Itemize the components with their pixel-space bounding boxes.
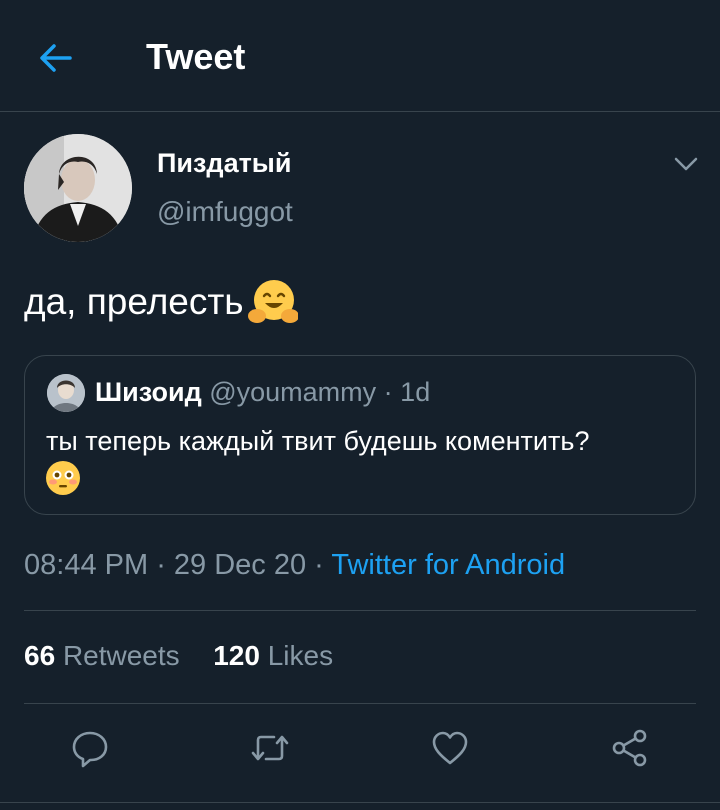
- retweets-stat[interactable]: 66 Retweets: [24, 640, 180, 671]
- retweet-icon[interactable]: [250, 728, 290, 768]
- tweet-meta: 08:44 PM · 29 Dec 20 · Twitter for Andro…: [24, 549, 565, 582]
- heart-icon[interactable]: [430, 728, 470, 768]
- likes-label: Likes: [267, 640, 334, 671]
- display-name[interactable]: Пиздатый: [157, 148, 291, 179]
- chevron-down-icon[interactable]: [672, 150, 700, 178]
- retweets-label: Retweets: [62, 640, 180, 671]
- meta-separator: ·: [306, 549, 332, 581]
- reply-icon[interactable]: [70, 728, 110, 768]
- likes-count: 120: [213, 640, 260, 671]
- arrow-left-icon[interactable]: [36, 38, 76, 78]
- quoted-text: ты теперь каждый твит будешь коментить?: [46, 426, 590, 456]
- quoted-avatar[interactable]: [47, 374, 85, 412]
- flushed-face-emoji-icon: [46, 461, 80, 495]
- divider: [24, 610, 696, 611]
- likes-stat[interactable]: 120 Likes: [213, 640, 333, 671]
- share-icon[interactable]: [610, 728, 650, 768]
- page-title: Tweet: [146, 36, 246, 77]
- hugging-face-emoji-icon: [247, 280, 298, 323]
- quoted-separator: ·: [376, 377, 401, 407]
- bottom-divider: [0, 802, 720, 803]
- avatar[interactable]: [24, 134, 132, 242]
- tweet-text: да, прелесть: [24, 281, 244, 322]
- quoted-handle: @youmammy: [209, 377, 377, 407]
- user-handle[interactable]: @imfuggot: [157, 196, 293, 228]
- quoted-tweet-card[interactable]: Шизоид @youmammy · 1d ты теперь каждый т…: [24, 355, 696, 515]
- source-link[interactable]: Twitter for Android: [331, 549, 565, 581]
- tweet-date: 29 Dec 20: [173, 549, 307, 581]
- divider: [24, 703, 696, 704]
- tweet-stats: 66 Retweets 120 Likes: [24, 640, 333, 672]
- retweets-count: 66: [24, 640, 56, 671]
- tweet-time: 08:44 PM: [24, 549, 149, 581]
- quoted-display-name: Шизоид: [95, 377, 202, 407]
- tweet-text-row: да, прелесть: [24, 276, 298, 328]
- quoted-header: Шизоид @youmammy · 1d: [95, 377, 430, 408]
- quoted-age: 1d: [400, 377, 431, 407]
- top-bar: Tweet: [0, 0, 720, 112]
- meta-separator: ·: [148, 549, 174, 581]
